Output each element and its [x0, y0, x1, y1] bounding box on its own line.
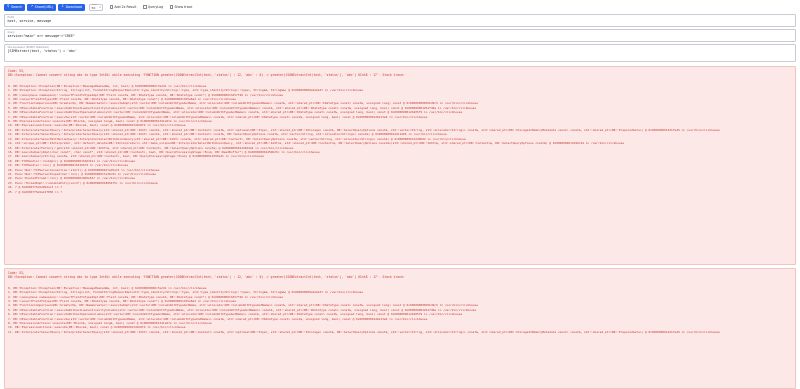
stack-trace-list: 0. DB::Exception::Exception(DB::Exceptio…: [8, 286, 792, 334]
stack-frame: 25. ? @ 0x00007f5e5a12f850 in ?: [8, 189, 62, 194]
checkbox-label: Add 2x Result: [114, 5, 137, 9]
checkbox-box[interactable]: [110, 5, 114, 9]
search-button-label: Search: [10, 5, 23, 9]
error-message: DB::Exception: Cannot convert string abc…: [8, 73, 405, 78]
sql-expression-value: [SIMExtract(text, 'status') = 'abc': [7, 49, 77, 53]
fields-value: host, service, message: [7, 19, 52, 23]
limit-select[interactable]: Limit 50 ▾: [89, 3, 104, 11]
add-2x-result-checkbox[interactable]: Add 2x Result: [110, 5, 136, 9]
query-input[interactable]: Query service="main" err message~="CREE": [4, 29, 796, 42]
search-button[interactable]: ⚲ Search: [4, 3, 26, 11]
checkbox-box[interactable]: [143, 5, 147, 9]
limit-value: 50: [91, 5, 96, 10]
querylog-checkbox[interactable]: QueryLog: [143, 5, 163, 9]
sql-expression-input[interactable]: SQL expression (SELECT statement) [SIMEx…: [4, 44, 796, 62]
error-panel: Code: 53, DB::Exception: Cannot convert …: [4, 268, 796, 389]
stack-trace-list: 0. DB::Exception::Exception(DB::Exceptio…: [8, 84, 792, 194]
error-message: DB::Exception: Cannot convert string abc…: [8, 275, 405, 280]
error-panel: Code: 53, DB::Exception: Cannot convert …: [4, 66, 796, 265]
share-url-button[interactable]: ↗ Share(URL): [27, 3, 57, 11]
share-button-label: Share(URL): [34, 5, 54, 9]
stack-frame: 11. DB::InterpreterSelectQuery::Interpre…: [8, 329, 720, 334]
query-value: service="main" err message~="CREE": [7, 34, 76, 38]
download-button[interactable]: ↧ Download: [58, 3, 86, 11]
show-trace-checkbox[interactable]: Show trace: [170, 5, 192, 9]
search-icon: ⚲: [7, 4, 10, 9]
download-icon: ↧: [61, 4, 65, 9]
toolbar: ⚲ Search ↗ Share(URL) ↧ Download Limit 5…: [4, 2, 796, 12]
checkbox-box[interactable]: [170, 5, 174, 9]
checkbox-label: Show trace: [174, 5, 193, 9]
limit-caption: Limit: [92, 4, 97, 6]
download-button-label: Download: [65, 5, 83, 9]
chevron-down-icon: ▾: [99, 5, 101, 9]
checkbox-label: QueryLog: [147, 5, 164, 9]
fields-input[interactable]: Fields host, service, message: [4, 14, 796, 27]
share-icon: ↗: [30, 4, 34, 9]
